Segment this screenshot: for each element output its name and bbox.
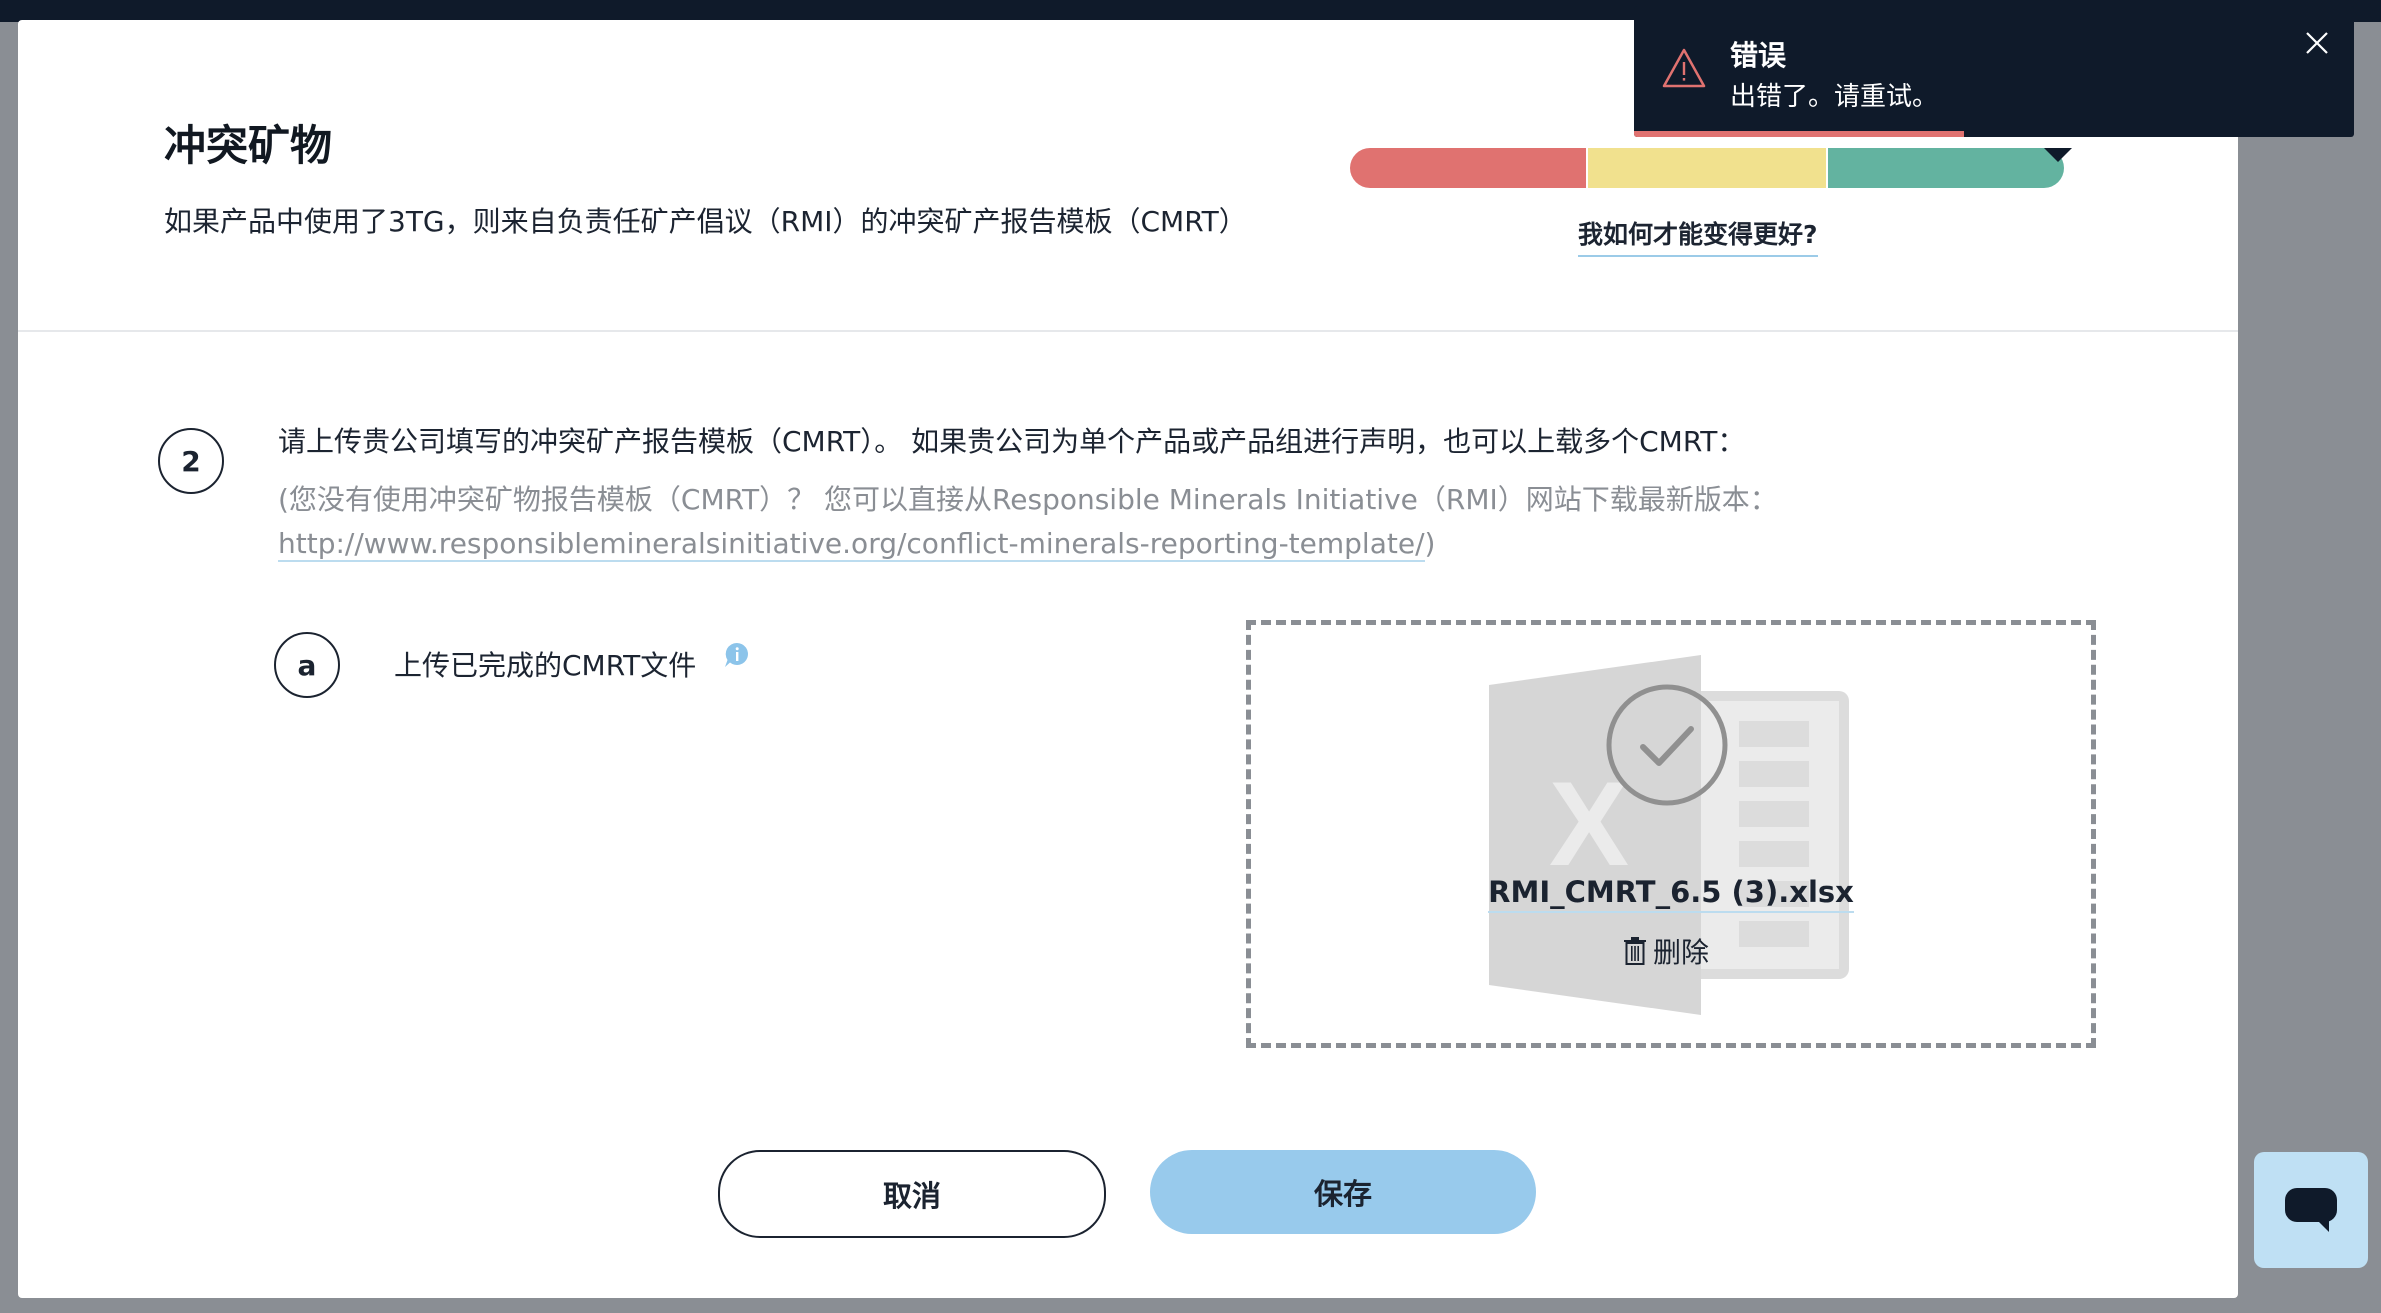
file-dropzone[interactable]: X RMI_CMRT_6.5 (3).xlsx 删除 bbox=[1246, 620, 2096, 1048]
uploaded-file-name-text[interactable]: RMI_CMRT_6.5 (3).xlsx bbox=[1488, 875, 1854, 913]
step-hint: (您没有使用冲突矿物报告模板（CMRT）？ 您可以直接从Responsible … bbox=[278, 478, 1778, 566]
score-bar bbox=[1350, 148, 2064, 188]
delete-file-label: 删除 bbox=[1653, 936, 1710, 969]
page-subtitle: 如果产品中使用了3TG，则来自负责任矿产倡议（RMI）的冲突矿产报告模板（CMR… bbox=[164, 205, 1247, 238]
delete-file-button[interactable]: 删除 bbox=[1623, 931, 1709, 971]
toast-title: 错误 bbox=[1730, 39, 1787, 72]
chat-button[interactable] bbox=[2254, 1152, 2368, 1268]
substep-letter-badge: a bbox=[274, 632, 340, 698]
hint-link-line: http://www.responsiblemineralsinitiative… bbox=[278, 522, 1778, 566]
warning-icon bbox=[1662, 48, 1706, 88]
hint-text: (您没有使用冲突矿物报告模板（CMRT）？ 您可以直接从Responsible … bbox=[278, 483, 1778, 516]
score-marker bbox=[2044, 148, 2072, 162]
toast-message: 出错了。请重试。 bbox=[1730, 82, 1939, 112]
upload-label: 上传已完成的CMRT文件 bbox=[394, 649, 697, 682]
chat-icon bbox=[2285, 1188, 2337, 1232]
close-icon[interactable] bbox=[2304, 30, 2330, 56]
score-segment-low bbox=[1350, 148, 1586, 188]
score-segment-high bbox=[1826, 148, 2064, 188]
trash-icon bbox=[1624, 937, 1646, 965]
toast-progress-bar bbox=[1634, 131, 1964, 137]
check-circle-icon bbox=[1606, 684, 1728, 806]
score-segment-mid bbox=[1586, 148, 1826, 188]
conflict-minerals-modal: 冲突矿物 如果产品中使用了3TG，则来自负责任矿产倡议（RMI）的冲突矿产报告模… bbox=[18, 20, 2238, 1298]
info-icon[interactable] bbox=[724, 642, 750, 668]
save-button[interactable]: 保存 bbox=[1150, 1150, 1536, 1234]
page-title: 冲突矿物 bbox=[164, 121, 333, 170]
uploaded-file-name[interactable]: RMI_CMRT_6.5 (3).xlsx bbox=[1251, 875, 2091, 913]
improve-link[interactable]: 我如何才能变得更好? bbox=[1578, 215, 1818, 257]
step-number-badge: 2 bbox=[158, 428, 224, 494]
rmi-template-link[interactable]: http://www.responsiblemineralsinitiative… bbox=[278, 527, 1425, 562]
hint-close: ) bbox=[1424, 527, 1436, 560]
step-instruction: 请上传贵公司填写的冲突矿产报告模板（CMRT）。 如果贵公司为单个产品或产品组进… bbox=[278, 425, 1746, 458]
error-toast: 错误 出错了。请重试。 bbox=[1634, 6, 2354, 137]
cancel-button[interactable]: 取消 bbox=[718, 1150, 1106, 1238]
